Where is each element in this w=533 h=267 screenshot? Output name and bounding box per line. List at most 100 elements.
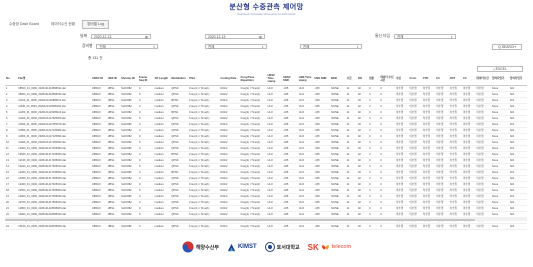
page-subtitle: Distributed Underwater Observation Contr… <box>237 13 296 16</box>
column-header: UBSC SNR <box>282 73 298 86</box>
column-header: 임의타입기 <box>491 73 509 86</box>
column-header: CTD <box>421 73 436 86</box>
kimst-mark-icon <box>227 243 236 251</box>
comm-type-select[interactable]: 전체 ⇕ <box>394 33 457 40</box>
device-label: 장비별 <box>82 44 93 48</box>
column-header: Frame Seq ID <box>137 73 154 86</box>
column-header: Ch <box>435 73 449 86</box>
tab-data-status[interactable]: 데이터수신 현황 <box>46 20 80 29</box>
column-header: 임의타입기 <box>508 73 527 86</box>
comm-type-value: 전체 <box>397 35 404 39</box>
column-header: Ch <box>461 73 476 86</box>
column-header: 염분 <box>368 73 380 86</box>
device-select-1[interactable]: 전체 ⇕ <box>96 43 159 50</box>
table-cell: 0 <box>137 223 154 230</box>
nav-tabs: 수중망 Dash Board 데이터수신 현황 장비별 Log <box>4 20 111 29</box>
column-header: BER <box>330 73 346 86</box>
comm-type-row: 통신 타입 전체 ⇕ <box>375 33 457 40</box>
hoseo-logo-text: 호서대학교 <box>276 244 300 251</box>
horizontal-scrollbar[interactable] <box>5 218 527 221</box>
table-header-row: No File명 UBSC ID UBS ID Shouter ID Frame Seq … <box>5 73 527 86</box>
table-cell: Rd1/2 <box>219 223 240 230</box>
column-header: Coding Rate <box>219 73 240 86</box>
date-to-row: 2020-12-13 ▦ <box>205 33 265 40</box>
table-cell: 40 <box>356 223 369 230</box>
table-cell: UBS1 <box>106 223 121 230</box>
device-select-3[interactable]: 전체 ⇕ <box>300 43 362 50</box>
date-from-input[interactable]: 2020-12-13 ▦ <box>91 33 151 40</box>
sk-butterfly-icon <box>321 244 329 249</box>
search-button[interactable]: Q SEARCH <box>492 43 522 50</box>
comm-type-label: 통신 타입 <box>375 34 391 38</box>
device-select-2-row: 전체 ⇕ <box>205 43 267 50</box>
table-cell: 미수행 <box>475 223 492 230</box>
device-select-2-value: 전체 <box>208 45 215 49</box>
column-header: Modulation <box>170 73 189 86</box>
column-header: CDT <box>448 73 462 86</box>
table-cell: SHOO82 <box>120 223 138 230</box>
calendar-icon: ▦ <box>144 34 148 39</box>
log-table: No File명 UBSC ID UBS ID Shouter ID Frame Seq … <box>5 73 527 230</box>
table-cell: 24 <box>5 223 18 230</box>
table-cell: QPSK <box>170 223 189 230</box>
table-cell: NONE <box>330 223 346 230</box>
chevron-down-icon: ⇕ <box>450 34 454 39</box>
log-table-container: No File명 UBSC ID UBS ID Shouter ID Frame Seq … <box>5 73 527 230</box>
kimst-logo: KIMST <box>227 243 257 252</box>
sk-logo-text: SK <box>307 242 319 252</box>
page-title: 분산형 수중관측 제어망 <box>229 4 304 11</box>
table-cell: ULO <box>266 223 283 230</box>
column-header: 데이터 수신시간 <box>379 73 395 86</box>
tab-dashboard[interactable]: 수중망 Dash Board <box>4 20 44 29</box>
chevron-down-icon: ⇕ <box>152 44 156 49</box>
column-header: 수온 <box>345 73 357 86</box>
sk-telecom-logo: SK telecom <box>308 243 351 252</box>
table-cell: None <box>491 223 509 230</box>
date-to-input[interactable]: 2020-12-13 ▦ <box>205 33 265 40</box>
column-header: No <box>5 73 18 86</box>
date-from-value: 2020-12-13 <box>94 34 112 39</box>
table-cell: 미수행 <box>408 223 422 230</box>
column-header: Conc. <box>408 73 422 86</box>
table-cell: 미수행 <box>435 223 449 230</box>
table-cell: 0 <box>368 223 380 230</box>
kimst-logo-text: KIMST <box>237 244 257 250</box>
table-cell: 미수행 <box>448 223 462 230</box>
table-cell: -345 <box>313 223 331 230</box>
table-cell: -345 <box>282 223 298 230</box>
column-header: CP Length <box>153 73 171 86</box>
column-header: UBSC Time stamp <box>266 73 283 86</box>
column-header: UBS ID <box>106 73 121 86</box>
column-header: Freq./Time Repetition <box>239 73 267 86</box>
column-header: File명 <box>17 73 92 86</box>
chevron-down-icon: ⇕ <box>261 44 264 49</box>
hoseo-logo: 호서대학교 <box>264 242 300 252</box>
column-header: UBSC ID <box>91 73 107 86</box>
table-row[interactable]: 24 13100_01_0000_2020121418155060.dat UBSC… <box>5 223 527 230</box>
scrollbar-thumb[interactable] <box>5 218 475 221</box>
excel-download-button[interactable]: ⤓ EXCEL <box>477 66 523 72</box>
date-to-value: 2020-12-13 <box>208 34 226 39</box>
device-select-3-row: 전체 ⇕ <box>300 43 362 50</box>
result-count: 총 131 건 <box>88 56 103 60</box>
footer-logos: 해양수산부 KIMST 호서대학교 SK telecom <box>0 236 533 258</box>
table-cell: UBSC0 <box>91 223 107 230</box>
search-row: Q SEARCH <box>492 43 522 50</box>
device-select-3-value: 전체 <box>303 45 310 49</box>
device-select-1-value: 전체 <box>99 45 106 49</box>
table-cell: 11 <box>345 223 357 230</box>
chevron-down-icon: ⇕ <box>356 44 359 49</box>
device-filter-row: 장비별 전체 ⇕ <box>82 43 159 50</box>
table-cell: Freq.(1) / Time(1) <box>188 223 220 230</box>
tab-device-log[interactable]: 장비별 Log <box>82 20 109 29</box>
column-header: 데이터수신 <box>475 73 492 86</box>
column-header: 수심 <box>394 73 409 86</box>
table-cell: 미수행 <box>394 223 409 230</box>
table-cell: Freq(1) / Time(1) <box>239 223 267 230</box>
device-select-2[interactable]: 전체 ⇕ <box>205 43 267 50</box>
page-header: 분산형 수중관측 제어망 Distributed Underwater Obse… <box>0 0 533 16</box>
telecom-logo-text: telecom <box>331 244 352 250</box>
column-header: UBS SNR <box>313 73 331 86</box>
column-header: Shouter ID <box>120 73 138 86</box>
taegeuk-icon <box>182 241 194 253</box>
